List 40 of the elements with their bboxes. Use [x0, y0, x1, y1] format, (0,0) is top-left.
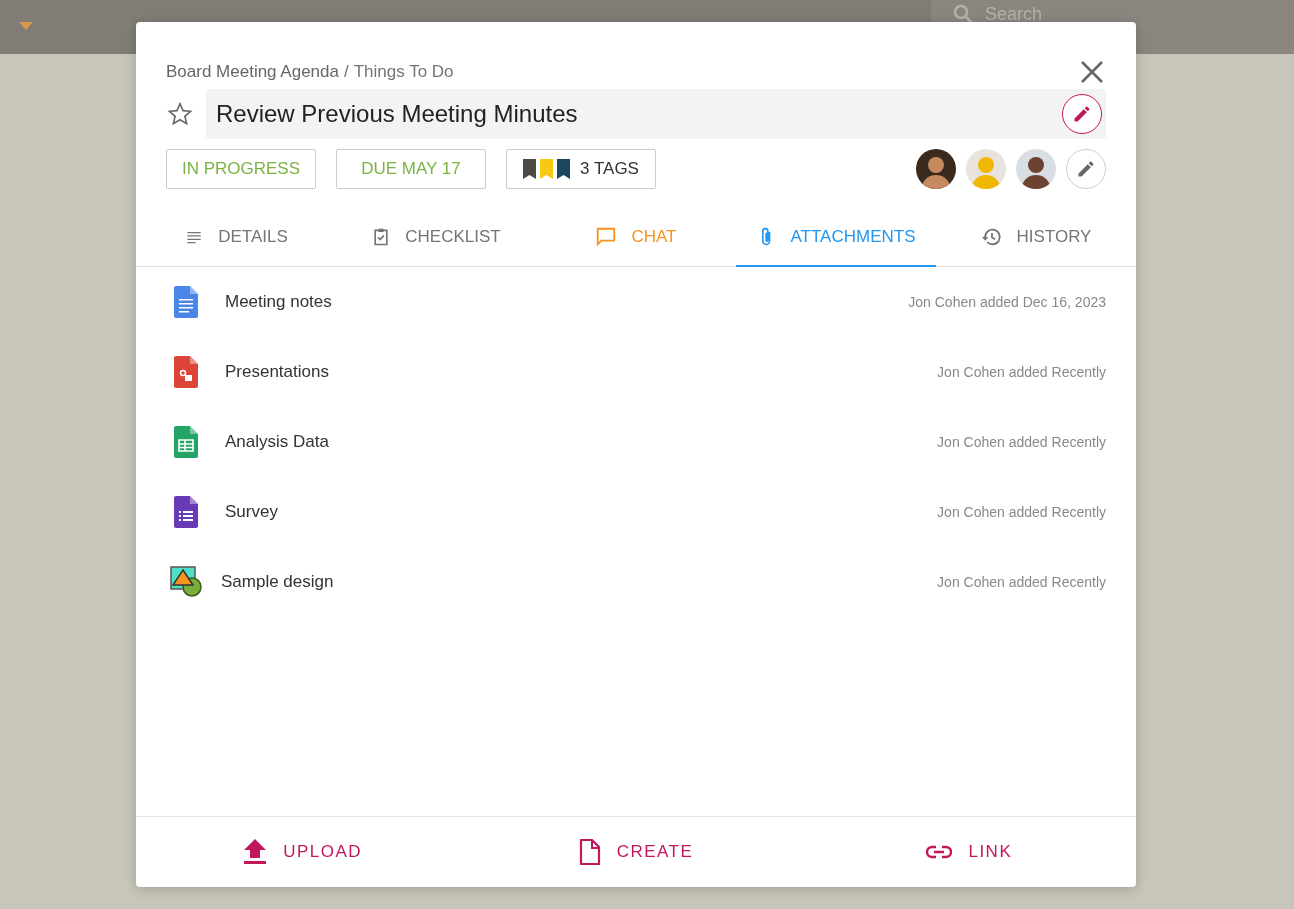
avatar-icon[interactable] [1016, 149, 1056, 189]
pencil-icon [1076, 159, 1096, 179]
attachment-info: Jon Cohen added Recently [937, 504, 1106, 520]
upload-icon [243, 839, 268, 865]
attachment-info: Jon Cohen added Recently [937, 574, 1106, 590]
tags-button[interactable]: 3 TAGS [506, 149, 656, 189]
attachment-name[interactable]: Presentations [225, 362, 938, 382]
document-icon [174, 286, 198, 318]
form-icon [174, 496, 198, 528]
action-button[interactable]: UPLOAD [136, 817, 470, 887]
pencil-icon [1072, 104, 1092, 124]
attachment-info: Jon Cohen added Recently [937, 434, 1106, 450]
drawing-icon [170, 566, 204, 598]
attachment-info: Jon Cohen added Recently [937, 364, 1106, 380]
file-icon [578, 839, 601, 865]
edit-members-button[interactable] [1066, 149, 1106, 189]
chat-icon [595, 226, 618, 248]
breadcrumb-separator: / [343, 62, 349, 82]
edit-button[interactable] [1062, 94, 1102, 134]
avatar-icon[interactable] [916, 149, 956, 189]
attachment-name[interactable]: Analysis Data [225, 432, 938, 452]
tab[interactable]: DETAILS [136, 209, 336, 267]
attachment-name[interactable]: Survey [225, 502, 938, 522]
list-link[interactable]: Things To Do [353, 62, 454, 82]
action-button[interactable]: LINK [802, 817, 1136, 887]
tab[interactable]: ATTACHMENTS [736, 209, 936, 267]
attachment-name[interactable]: Sample design [221, 572, 938, 592]
spreadsheet-icon [174, 426, 198, 458]
slides-icon [174, 356, 198, 388]
attachment-info: Jon Cohen added Dec 16, 2023 [908, 294, 1106, 310]
tab[interactable]: HISTORY [936, 209, 1136, 267]
star-button[interactable] [166, 100, 194, 128]
board-link[interactable]: Board Meeting Agenda [166, 62, 339, 82]
action-button[interactable]: CREATE [469, 817, 803, 887]
attachment-name[interactable]: Meeting notes [225, 292, 909, 312]
tab[interactable]: CHECKLIST [336, 209, 536, 267]
title-field[interactable]: Review Previous Meeting Minutes [206, 89, 1106, 139]
history-icon [980, 226, 1003, 248]
search-icon [953, 4, 973, 24]
link-icon [926, 845, 953, 859]
